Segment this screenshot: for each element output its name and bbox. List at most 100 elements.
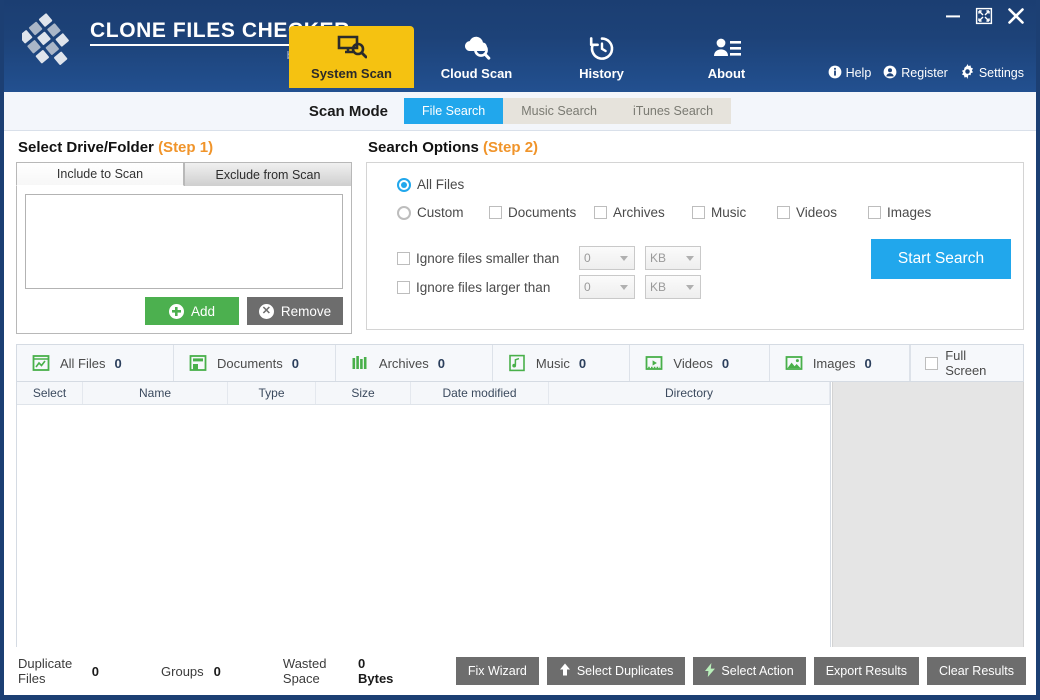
- result-tab-count: 0: [292, 356, 299, 371]
- start-search-button[interactable]: Start Search: [871, 239, 1011, 279]
- ignore-smaller-label: Ignore files smaller than: [416, 251, 559, 266]
- ignore-smaller-unit-select[interactable]: KB: [645, 246, 701, 270]
- result-tab-music[interactable]: Music 0: [493, 345, 630, 381]
- scan-mode-file-search[interactable]: File Search: [404, 98, 503, 124]
- clear-results-button[interactable]: Clear Results: [927, 657, 1026, 685]
- plus-circle-icon: [169, 304, 184, 319]
- diamond-tiles-logo-icon: [22, 10, 80, 68]
- close-icon[interactable]: [1006, 6, 1026, 26]
- export-results-button[interactable]: Export Results: [814, 657, 919, 685]
- info-icon: [828, 65, 842, 82]
- checkbox-indicator: [397, 252, 410, 265]
- result-tab-all-files[interactable]: All Files 0: [17, 345, 174, 381]
- tab-include-to-scan[interactable]: Include to Scan: [16, 162, 184, 186]
- arrow-up-icon: [559, 663, 571, 679]
- checkbox-videos[interactable]: Videos: [777, 205, 868, 220]
- result-tab-label: All Files: [60, 356, 106, 371]
- checkbox-archives[interactable]: Archives: [594, 205, 692, 220]
- remove-button[interactable]: ✕ Remove: [247, 297, 343, 325]
- nav-tab-history[interactable]: History: [539, 26, 664, 88]
- results-table: Select Name Type Size Date modified Dire…: [16, 382, 831, 648]
- select-duplicates-button[interactable]: Select Duplicates: [547, 657, 686, 685]
- chevron-down-icon: [620, 285, 628, 290]
- result-category-tabs: All Files 0 Documents 0: [16, 344, 1024, 382]
- add-button-label: Add: [191, 304, 215, 319]
- application-window: CLONE FILES CHECKER by SORCIM System Sca…: [0, 0, 1040, 700]
- user-icon: [883, 65, 897, 82]
- minimize-icon[interactable]: [944, 7, 962, 25]
- include-panel: Add ✕ Remove: [16, 185, 352, 334]
- help-link[interactable]: Help: [824, 63, 876, 84]
- register-label: Register: [901, 66, 948, 80]
- preview-side-panel: [832, 382, 1024, 648]
- checkbox-documents[interactable]: Documents: [489, 205, 594, 220]
- fix-wizard-label: Fix Wizard: [468, 664, 527, 678]
- ignore-larger-value-stepper[interactable]: 0: [579, 275, 635, 299]
- all-files-icon: [31, 353, 51, 373]
- ignore-smaller-value: 0: [584, 251, 591, 265]
- window-controls: [944, 6, 1026, 26]
- result-tab-documents[interactable]: Documents 0: [174, 345, 336, 381]
- lightning-icon: [705, 663, 715, 680]
- column-header-type[interactable]: Type: [228, 382, 316, 404]
- column-header-directory[interactable]: Directory: [549, 382, 830, 404]
- select-duplicates-label: Select Duplicates: [577, 664, 674, 678]
- ignore-smaller-value-stepper[interactable]: 0: [579, 246, 635, 270]
- export-results-label: Export Results: [826, 664, 907, 678]
- result-tab-images[interactable]: Images 0: [770, 345, 910, 381]
- gear-icon: [960, 64, 975, 82]
- step1-step-badge: (Step 1): [158, 139, 213, 156]
- checkbox-ignore-smaller[interactable]: Ignore files smaller than: [397, 251, 569, 266]
- nav-tab-label: Cloud Scan: [441, 66, 513, 81]
- search-options-panel: All Files Custom Documents Archives: [366, 162, 1024, 330]
- all-files-row: All Files: [397, 177, 1007, 192]
- register-link[interactable]: Register: [879, 63, 952, 84]
- result-tab-archives[interactable]: Archives 0: [336, 345, 493, 381]
- remove-button-label: Remove: [281, 304, 331, 319]
- checkbox-ignore-larger[interactable]: Ignore files larger than: [397, 280, 569, 295]
- checkbox-images[interactable]: Images: [868, 205, 931, 220]
- fix-wizard-button[interactable]: Fix Wizard: [456, 657, 539, 685]
- checkbox-indicator: [777, 206, 790, 219]
- radio-custom[interactable]: Custom: [397, 205, 489, 220]
- step2-title: Search Options (Step 2): [368, 139, 1024, 156]
- column-header-name[interactable]: Name: [83, 382, 228, 404]
- result-tab-videos[interactable]: Videos 0: [630, 345, 769, 381]
- result-tab-count: 0: [115, 356, 122, 371]
- ignore-smaller-unit: KB: [650, 251, 666, 265]
- drive-folder-list[interactable]: [25, 194, 343, 289]
- table-body[interactable]: [17, 405, 830, 646]
- checkbox-full-screen[interactable]: Full Screen: [910, 345, 1023, 381]
- column-header-size[interactable]: Size: [316, 382, 411, 404]
- nav-tab-about[interactable]: About: [664, 26, 789, 88]
- checkbox-music[interactable]: Music: [692, 205, 777, 220]
- result-tab-count: 0: [864, 356, 871, 371]
- select-action-label: Select Action: [721, 664, 793, 678]
- add-button[interactable]: Add: [145, 297, 239, 325]
- nav-tab-label: System Scan: [311, 66, 392, 81]
- scan-mode-music-search[interactable]: Music Search: [503, 98, 615, 124]
- checkbox-archives-label: Archives: [613, 205, 665, 220]
- settings-link[interactable]: Settings: [956, 62, 1028, 84]
- checkbox-images-label: Images: [887, 205, 931, 220]
- scan-mode-segmented-control: File Search Music Search iTunes Search: [404, 98, 731, 124]
- ignore-larger-unit-select[interactable]: KB: [645, 275, 701, 299]
- scan-mode-itunes-search[interactable]: iTunes Search: [615, 98, 731, 124]
- radio-all-files[interactable]: All Files: [397, 177, 1007, 192]
- radio-all-files-label: All Files: [417, 177, 464, 192]
- clear-results-label: Clear Results: [939, 664, 1014, 678]
- radio-indicator: [397, 206, 411, 220]
- column-header-select[interactable]: Select: [17, 382, 83, 404]
- step1-title: Select Drive/Folder (Step 1): [18, 139, 352, 156]
- maximize-icon[interactable]: [975, 7, 993, 25]
- select-action-button[interactable]: Select Action: [693, 657, 805, 685]
- tab-exclude-from-scan[interactable]: Exclude from Scan: [184, 162, 352, 186]
- column-header-date-modified[interactable]: Date modified: [411, 382, 549, 404]
- help-label: Help: [846, 66, 872, 80]
- nav-tab-cloud-scan[interactable]: Cloud Scan: [414, 26, 539, 88]
- stat-value: 0: [214, 664, 221, 679]
- result-tab-label: Music: [536, 356, 570, 371]
- stat-duplicate-files: Duplicate Files 0: [18, 656, 99, 686]
- nav-tab-system-scan[interactable]: System Scan: [289, 26, 414, 88]
- radio-custom-label: Custom: [417, 205, 464, 220]
